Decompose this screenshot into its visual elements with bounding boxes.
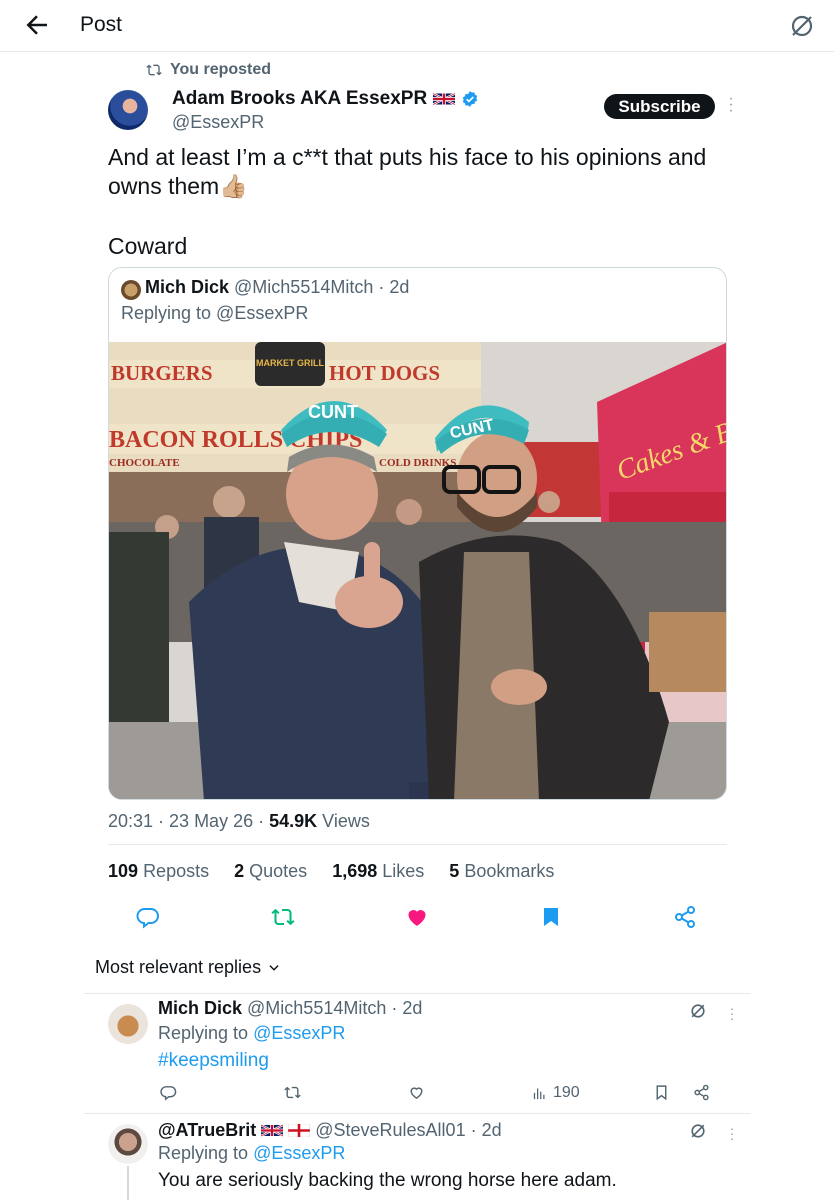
repost-icon[interactable] [284, 1084, 301, 1101]
arrow-left-icon[interactable] [22, 10, 52, 40]
bookmark-icon[interactable] [539, 905, 569, 935]
reply-item[interactable]: @ATrueBrit @SteveRulesAll01 · 2d Replyin… [84, 1114, 751, 1200]
reply-icon[interactable] [160, 1084, 177, 1101]
replies-sort-dropdown[interactable]: Most relevant replies [95, 957, 281, 978]
post-text-second: Coward [108, 233, 188, 259]
stat-reposts[interactable]: 109 Reposts [108, 861, 209, 882]
reply-author-name[interactable]: @ATrueBrit [158, 1120, 256, 1141]
grok-icon[interactable] [689, 1122, 707, 1140]
reply-header: @ATrueBrit @SteveRulesAll01 · 2d [158, 1120, 502, 1141]
author-handle[interactable]: @EssexPR [172, 112, 264, 133]
stat-bookmarks[interactable]: 5 Bookmarks [449, 861, 554, 882]
quoted-post-header: Mich Dick @Mich5514Mitch · 2d [145, 277, 409, 298]
reply-time: · 2d [470, 1120, 502, 1140]
avatar [121, 280, 141, 300]
views-count: 190 [553, 1084, 580, 1101]
author-name[interactable]: Adam Brooks AKA EssexPR [172, 88, 427, 110]
grok-icon[interactable] [788, 12, 816, 40]
reply-author-handle[interactable]: @SteveRulesAll01 [315, 1120, 465, 1141]
repost-icon [146, 64, 162, 76]
avatar[interactable] [108, 1004, 148, 1044]
post-date: 20:31 · 23 May 26 · [108, 811, 270, 831]
engagement-stats: 109 Reposts 2 Quotes 1,698 Likes 5 Bookm… [108, 861, 554, 882]
views-label: Views [317, 811, 370, 831]
repost-context: You reposted [146, 61, 271, 79]
reply-replying-to: Replying to @EssexPR [158, 1143, 346, 1163]
reply-actions: 190 [158, 1084, 718, 1108]
like-icon[interactable] [408, 1084, 425, 1101]
quoted-post[interactable]: Mich Dick @Mich5514Mitch · 2d Replying t… [108, 267, 727, 800]
subscribe-button[interactable]: Subscribe [604, 94, 715, 119]
divider [108, 844, 727, 845]
quoted-post-time: · 2d [378, 277, 410, 297]
stat-likes[interactable]: 1,698 Likes [332, 861, 424, 882]
author-name-row[interactable]: Adam Brooks AKA EssexPR [172, 88, 479, 110]
avatar[interactable] [108, 90, 148, 130]
replying-to-link[interactable]: @EssexPR [253, 1143, 345, 1163]
post-timestamp: 20:31 · 23 May 26 · 54.9K Views [108, 811, 370, 832]
reply-time: · 2d [391, 998, 423, 1018]
uk-flag-icon [433, 92, 456, 106]
reply-text: You are seriously backing the wrong hors… [158, 1170, 617, 1191]
like-icon[interactable] [405, 905, 435, 935]
market-grill-sign: MARKET GRILL [256, 358, 324, 368]
replying-to-link[interactable]: @EssexPR [253, 1023, 345, 1043]
reply-header: Mich Dick @Mich5514Mitch · 2d [158, 998, 422, 1019]
share-icon[interactable] [693, 1084, 710, 1101]
quoted-post-photo[interactable]: BURGERS HOT DOGS MARKET GRILL BACON ROLL… [109, 342, 727, 800]
chevron-down-icon [269, 964, 279, 971]
england-flag-icon [288, 1124, 311, 1137]
repost-label: You reposted [170, 61, 272, 78]
views-count: 54.9K [269, 811, 318, 831]
quoted-author-name: Mich Dick [145, 277, 230, 297]
uk-flag-icon [261, 1124, 284, 1137]
top-bar: Post [0, 0, 834, 52]
views-icon [533, 1088, 545, 1099]
more-icon[interactable]: · · · [727, 1121, 737, 1145]
more-icon[interactable]: · · · [724, 91, 738, 119]
action-bar [108, 905, 727, 937]
verified-badge-icon [463, 91, 478, 107]
post-text: And at least I’m a c**t that puts his fa… [108, 144, 707, 199]
more-icon[interactable]: · · · [727, 1001, 737, 1025]
bookmark-icon[interactable] [653, 1084, 670, 1101]
reply-icon[interactable] [136, 905, 166, 935]
repost-icon[interactable] [271, 905, 301, 935]
thread-line [127, 1166, 129, 1200]
reply-replying-to: Replying to @EssexPR [158, 1023, 346, 1043]
reply-author-handle[interactable]: @Mich5514Mitch [247, 998, 386, 1019]
reply-hashtag[interactable]: #keepsmiling [158, 1050, 269, 1072]
grok-icon[interactable] [689, 1002, 707, 1020]
avatar[interactable] [108, 1124, 148, 1164]
share-icon[interactable] [673, 905, 703, 935]
quoted-author-handle: @Mich5514Mitch [234, 277, 374, 297]
sort-label: Most relevant replies [95, 957, 262, 977]
quoted-replying-to: Replying to @EssexPR [121, 303, 309, 323]
reply-item[interactable]: Mich Dick @Mich5514Mitch · 2d Replying t… [84, 994, 751, 1112]
stall-sign-left: BURGERS [111, 361, 213, 385]
page-title: Post [80, 13, 123, 36]
stall-sign-row3: CHOCOLATE [109, 457, 180, 469]
hat-text-left: CUNT [308, 402, 358, 422]
views-stat[interactable]: 190 [532, 1084, 580, 1102]
stall-sign-right: HOT DOGS [329, 361, 440, 385]
stat-quotes[interactable]: 2 Quotes [234, 861, 307, 882]
reply-author-name[interactable]: Mich Dick [158, 998, 242, 1019]
